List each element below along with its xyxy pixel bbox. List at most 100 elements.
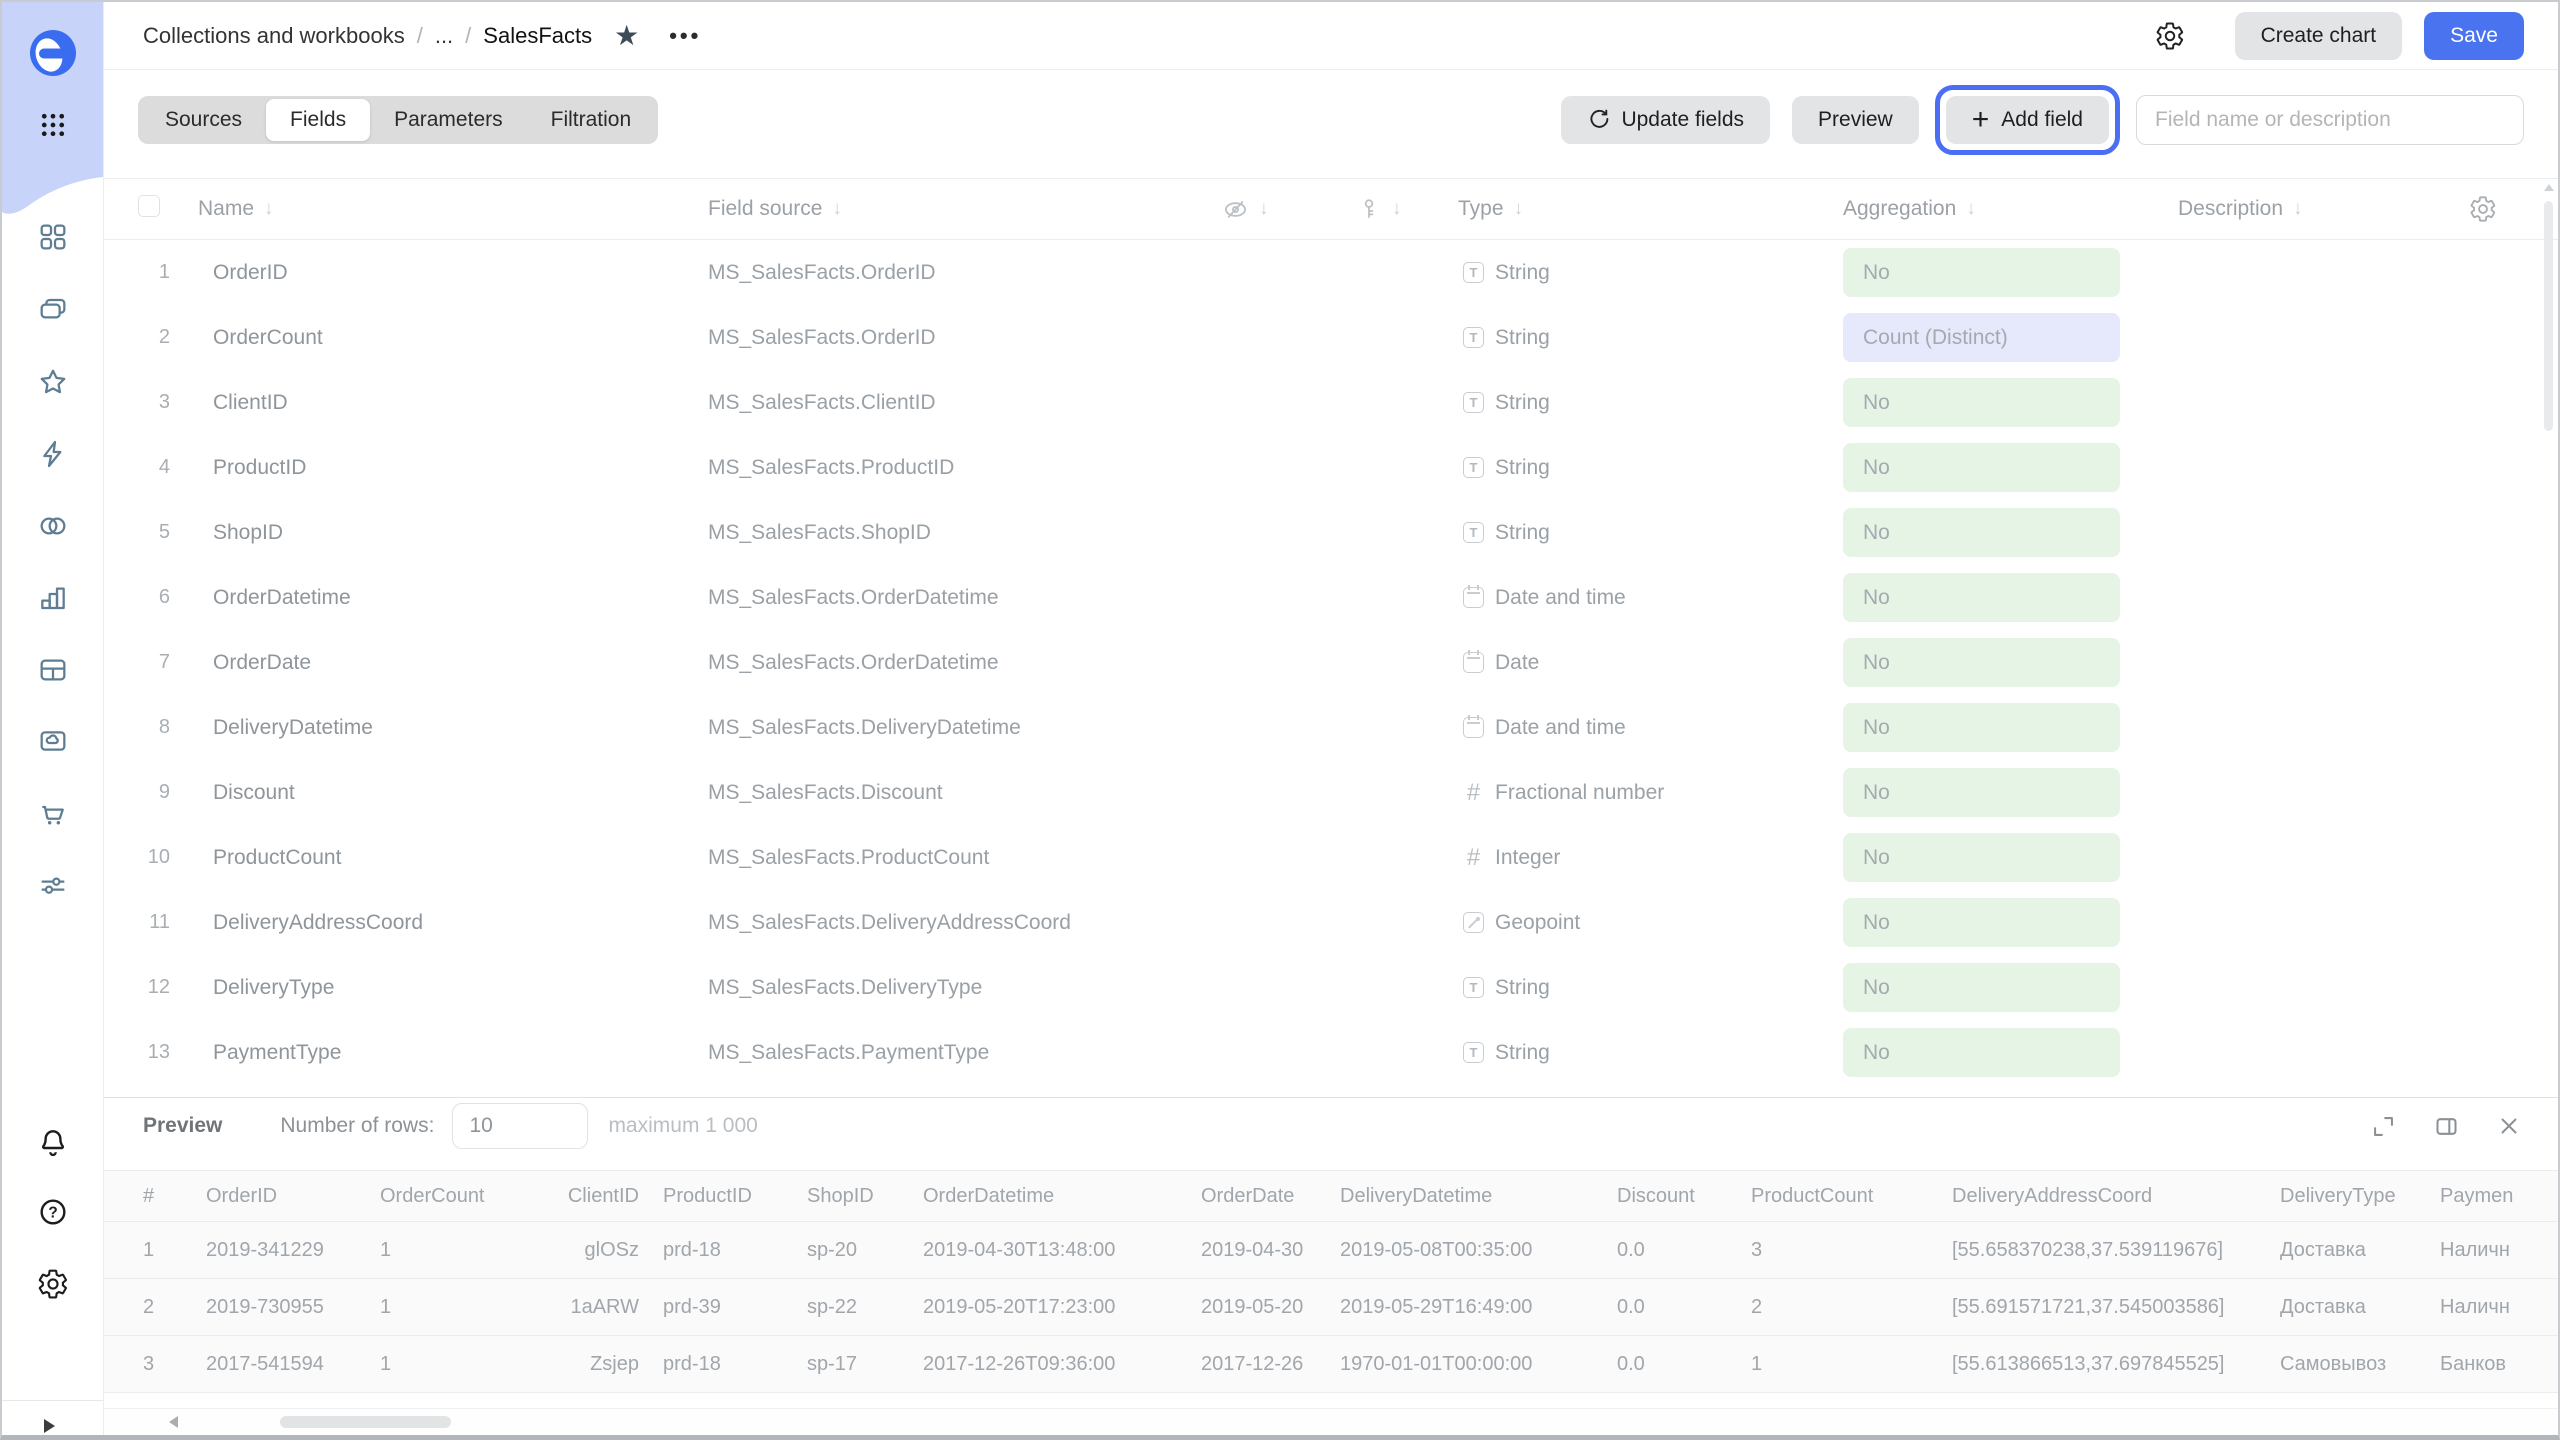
- bar-chart-icon[interactable]: [37, 582, 69, 614]
- field-source: MS_SalesFacts.ClientID: [708, 391, 1222, 415]
- col-header-type[interactable]: Type↓: [1458, 197, 1843, 221]
- aggregation-select[interactable]: No: [1843, 1028, 2120, 1077]
- preview-col-header: ClientID: [542, 1185, 663, 1208]
- preview-cell: [55.691571721,37.545003586]: [1952, 1296, 2280, 1319]
- add-field-button[interactable]: + Add field: [1946, 96, 2109, 144]
- field-row[interactable]: 5 ShopID MS_SalesFacts.ShopID String No: [103, 500, 2558, 565]
- field-row[interactable]: 11 DeliveryAddressCoord MS_SalesFacts.De…: [103, 890, 2558, 955]
- save-button[interactable]: Save: [2424, 12, 2524, 60]
- field-row[interactable]: 6 OrderDatetime MS_SalesFacts.OrderDatet…: [103, 565, 2558, 630]
- aggregation-select[interactable]: No: [1843, 573, 2120, 622]
- field-row[interactable]: 3 ClientID MS_SalesFacts.ClientID String…: [103, 370, 2558, 435]
- field-row[interactable]: 2 OrderCount MS_SalesFacts.OrderID Strin…: [103, 305, 2558, 370]
- apps-grid-icon[interactable]: [38, 110, 68, 145]
- type-label: String: [1495, 976, 1550, 1000]
- type-label: String: [1495, 391, 1550, 415]
- type-label: Geopoint: [1495, 911, 1580, 935]
- col-header-name[interactable]: Name↓: [198, 197, 708, 221]
- col-header-field-source[interactable]: Field source↓: [708, 197, 1222, 221]
- field-row[interactable]: 4 ProductID MS_SalesFacts.ProductID Stri…: [103, 435, 2558, 500]
- folders-icon[interactable]: [37, 294, 69, 326]
- tab-sources[interactable]: Sources: [141, 99, 266, 141]
- columns-settings-gear-icon[interactable]: [2469, 195, 2497, 223]
- scrollbar-thumb[interactable]: [280, 1416, 451, 1428]
- expand-icon[interactable]: [2370, 1113, 2397, 1140]
- field-source: MS_SalesFacts.Discount: [708, 781, 1222, 805]
- breadcrumb-item[interactable]: Collections and workbooks: [143, 23, 405, 49]
- cart-icon[interactable]: [37, 797, 69, 829]
- aggregation-select[interactable]: No: [1843, 378, 2120, 427]
- gear-icon[interactable]: [37, 1268, 69, 1300]
- field-row[interactable]: 1 OrderID MS_SalesFacts.OrderID String N…: [103, 240, 2558, 305]
- preview-cell: 3: [1751, 1239, 1952, 1262]
- bell-icon[interactable]: [37, 1126, 69, 1158]
- aggregation-select[interactable]: No: [1843, 833, 2120, 882]
- preview-cell: 1: [380, 1239, 542, 1262]
- field-search-input[interactable]: [2136, 95, 2524, 145]
- aggregation-select[interactable]: No: [1843, 768, 2120, 817]
- aggregation-select[interactable]: No: [1843, 508, 2120, 557]
- dataset-settings-gear-icon[interactable]: [2155, 21, 2185, 51]
- field-row[interactable]: 13 PaymentType MS_SalesFacts.PaymentType…: [103, 1020, 2558, 1085]
- collapse-icon[interactable]: [37, 1414, 69, 1440]
- sliders-icon[interactable]: [37, 869, 69, 901]
- lightning-icon[interactable]: [37, 438, 69, 470]
- topbar: Collections and workbooks/.../SalesFacts…: [103, 2, 2558, 70]
- select-all-checkbox[interactable]: [138, 195, 160, 217]
- field-row[interactable]: 8 DeliveryDatetime MS_SalesFacts.Deliver…: [103, 695, 2558, 760]
- field-row[interactable]: 10 ProductCount MS_SalesFacts.ProductCou…: [103, 825, 2558, 890]
- squares-icon[interactable]: [37, 221, 69, 253]
- col-header-access[interactable]: ↓: [1356, 196, 1458, 222]
- aggregation-select[interactable]: Count (Distinct): [1843, 313, 2120, 362]
- aggregation-select[interactable]: No: [1843, 703, 2120, 752]
- number-of-rows-input[interactable]: [452, 1103, 588, 1149]
- preview-col-header: DeliveryAddressCoord: [1952, 1185, 2280, 1208]
- plus-icon: +: [1972, 105, 1990, 135]
- more-menu-icon[interactable]: •••: [669, 23, 701, 49]
- aggregation-select[interactable]: No: [1843, 638, 2120, 687]
- field-name: OrderCount: [198, 326, 708, 350]
- table-grid-icon[interactable]: [37, 654, 69, 686]
- col-header-visibility[interactable]: ↓: [1222, 196, 1356, 223]
- create-chart-button[interactable]: Create chart: [2235, 12, 2403, 60]
- tab-fields[interactable]: Fields: [266, 99, 370, 141]
- tab-parameters[interactable]: Parameters: [370, 99, 527, 141]
- preview-cell: 1: [143, 1239, 206, 1262]
- field-row[interactable]: 9 Discount MS_SalesFacts.Discount Fracti…: [103, 760, 2558, 825]
- type-string-icon: [1463, 522, 1484, 543]
- help-icon[interactable]: ?: [37, 1196, 69, 1228]
- preview-cell: sp-20: [807, 1239, 923, 1262]
- aggregation-select[interactable]: No: [1843, 443, 2120, 492]
- close-icon[interactable]: [2496, 1113, 2522, 1139]
- update-fields-button[interactable]: Update fields: [1561, 96, 1770, 144]
- preview-button[interactable]: Preview: [1792, 96, 1919, 144]
- update-fields-label: Update fields: [1621, 108, 1744, 132]
- type-label: String: [1495, 456, 1550, 480]
- aggregation-select[interactable]: No: [1843, 898, 2120, 947]
- field-row[interactable]: 7 OrderDate MS_SalesFacts.OrderDatetime …: [103, 630, 2558, 695]
- preview-cell: 2019-05-08T00:35:00: [1340, 1239, 1617, 1262]
- type-label: Integer: [1495, 846, 1560, 870]
- datalens-logo[interactable]: [30, 30, 76, 76]
- star-icon[interactable]: [37, 366, 69, 398]
- scroll-up-icon[interactable]: [2544, 184, 2554, 191]
- favorite-star-icon[interactable]: ★: [614, 22, 639, 50]
- preview-row: 22019-73095511aARWprd-39sp-222019-05-20T…: [103, 1279, 2558, 1336]
- col-header-description[interactable]: Description↓: [2133, 197, 2448, 221]
- preview-cell: glOSz: [542, 1239, 663, 1262]
- preview-body: 12019-3412291glOSzprd-18sp-202019-04-30T…: [103, 1222, 2558, 1393]
- field-name: ClientID: [198, 391, 708, 415]
- cloud-folder-icon[interactable]: [37, 725, 69, 757]
- col-header-aggregation[interactable]: Aggregation↓: [1843, 197, 2133, 221]
- aggregation-select[interactable]: No: [1843, 963, 2120, 1012]
- split-view-icon[interactable]: [2433, 1113, 2460, 1140]
- tab-filtration[interactable]: Filtration: [527, 99, 656, 141]
- field-name: PaymentType: [198, 1041, 708, 1065]
- scroll-left-icon[interactable]: [169, 1416, 178, 1428]
- row-number: 9: [138, 781, 198, 804]
- aggregation-select[interactable]: No: [1843, 248, 2120, 297]
- circles-icon[interactable]: [37, 510, 69, 542]
- field-row[interactable]: 12 DeliveryType MS_SalesFacts.DeliveryTy…: [103, 955, 2558, 1020]
- breadcrumb-item[interactable]: ...: [435, 23, 453, 49]
- scrollbar-thumb[interactable]: [2544, 201, 2553, 431]
